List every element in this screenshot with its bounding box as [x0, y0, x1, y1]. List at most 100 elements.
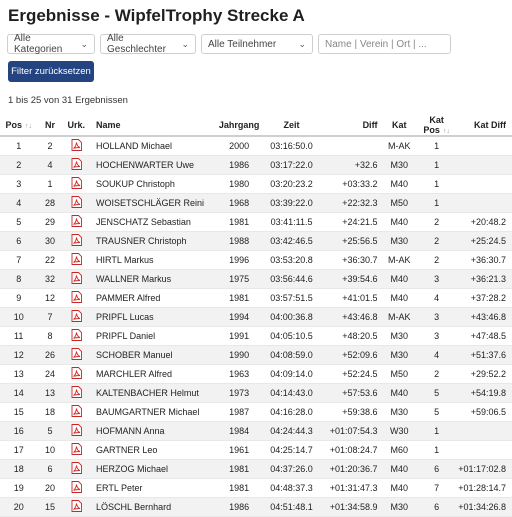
pdf-icon[interactable]: [71, 462, 82, 476]
results-table: Pos ↑↓ Nr Urk. Name Jahrgang Zeit Diff Ka…: [0, 115, 512, 517]
cell-nr: 32: [37, 269, 63, 289]
cell-katpos: 3: [415, 307, 459, 327]
pdf-icon[interactable]: [71, 253, 82, 267]
cell-diff: +01:07:54.3: [320, 421, 384, 441]
cell-name: WALLNER Markus: [89, 269, 216, 289]
cell-katpos: 2: [415, 364, 459, 384]
column-header-pos[interactable]: Pos ↑↓: [0, 115, 38, 137]
pdf-icon[interactable]: [71, 291, 82, 305]
cell-pos: 3: [0, 174, 38, 194]
pdf-icon[interactable]: [71, 215, 82, 229]
cell-kat: M50: [383, 364, 416, 384]
cell-pos: 5: [0, 212, 38, 232]
cell-kat: M-AK: [383, 307, 416, 327]
table-row: 6 30 TRAUSNER Christoph 1988 03:42:46.5 +25:5…: [0, 231, 512, 251]
cell-nr: 6: [37, 459, 63, 479]
cell-jahrgang: 1987: [215, 402, 263, 422]
chevron-down-icon: ⌄: [298, 38, 306, 49]
cell-nr: 5: [37, 421, 63, 441]
cell-kat: M40: [383, 288, 416, 308]
column-header-jahrgang[interactable]: Jahrgang: [215, 115, 263, 137]
cell-katdiff: +54:19.8: [458, 383, 512, 403]
pdf-icon[interactable]: [71, 158, 82, 172]
table-row: 16 5 HOFMANN Anna 1984 04:24:44.3 +01:07:54.3…: [0, 421, 512, 441]
cell-jahrgang: 2000: [215, 136, 263, 156]
table-row: 13 24 MARCHLER Alfred 1963 04:09:14.0 +52:24.…: [0, 364, 512, 384]
cell-diff: +43:46.8: [320, 307, 384, 327]
cell-zeit: 03:39:22.0: [262, 193, 321, 213]
pdf-icon[interactable]: [71, 500, 82, 514]
cell-jahrgang: 1996: [215, 250, 263, 270]
pdf-icon[interactable]: [71, 424, 82, 438]
pdf-icon[interactable]: [71, 329, 82, 343]
cell-name: MARCHLER Alfred: [89, 364, 216, 384]
cell-nr: 13: [37, 383, 63, 403]
table-row: 15 18 BAUMGARTNER Michael 1987 04:16:28.0 +59…: [0, 402, 512, 422]
certificate-cell: [62, 459, 90, 479]
reset-filters-button[interactable]: Filter zurücksetzen: [8, 61, 94, 82]
gender-select[interactable]: Alle Geschlechter ⌄: [100, 33, 196, 55]
column-header-katpos[interactable]: Kat Pos ↑↓: [415, 115, 459, 137]
cell-katpos: 2: [415, 212, 459, 232]
table-row: 20 15 LÖSCHL Bernhard 1986 04:51:48.1 +01:34:…: [0, 497, 512, 517]
cell-name: TRAUSNER Christoph: [89, 231, 216, 251]
cell-name: LÖSCHL Bernhard: [89, 497, 216, 517]
cell-pos: 16: [0, 421, 38, 441]
cell-kat: M60: [383, 440, 416, 460]
category-select[interactable]: Alle Kategorien ⌄: [7, 33, 95, 55]
cell-jahrgang: 1986: [215, 497, 263, 517]
cell-name: HOCHENWARTER Uwe: [89, 155, 216, 175]
pdf-icon[interactable]: [71, 234, 82, 248]
cell-nr: 10: [37, 440, 63, 460]
pdf-icon[interactable]: [71, 272, 82, 286]
column-header-katdiff[interactable]: Kat Diff: [458, 115, 512, 137]
column-header-name[interactable]: Name: [89, 115, 216, 137]
sort-arrows-icon[interactable]: ↑↓: [25, 123, 32, 130]
cell-katpos: 5: [415, 383, 459, 403]
result-count: 1 bis 25 von 31 Ergebnissen: [8, 95, 128, 106]
cell-name: HOLLAND Michael: [89, 136, 216, 156]
cell-pos: 13: [0, 364, 38, 384]
cell-diff: [320, 136, 384, 156]
cell-zeit: 03:20:23.2: [262, 174, 321, 194]
pdf-icon[interactable]: [71, 386, 82, 400]
chevron-down-icon: ⌄: [80, 38, 88, 49]
search-input[interactable]: [318, 34, 451, 54]
pdf-icon[interactable]: [71, 177, 82, 191]
table-row: 3 1 SOUKUP Christoph 1980 03:20:23.2 +03:33.2…: [0, 174, 512, 194]
cell-kat: M30: [383, 497, 416, 517]
cell-pos: 19: [0, 478, 38, 498]
pdf-icon[interactable]: [71, 405, 82, 419]
pdf-icon[interactable]: [71, 481, 82, 495]
cell-katdiff: +43:46.8: [458, 307, 512, 327]
pdf-icon[interactable]: [71, 139, 82, 153]
cell-name: PRIPFL Lucas: [89, 307, 216, 327]
column-header-zeit[interactable]: Zeit: [262, 115, 321, 137]
participants-select[interactable]: Alle Teilnehmer ⌄: [201, 34, 313, 54]
sort-arrows-icon[interactable]: ↑↓: [443, 128, 450, 135]
cell-kat: M40: [383, 478, 416, 498]
cell-zeit: 04:08:59.0: [262, 345, 321, 365]
pdf-icon[interactable]: [71, 348, 82, 362]
cell-kat: M30: [383, 231, 416, 251]
pdf-icon[interactable]: [71, 367, 82, 381]
pdf-icon[interactable]: [71, 310, 82, 324]
cell-zeit: 04:25:14.7: [262, 440, 321, 460]
pdf-icon[interactable]: [71, 196, 82, 210]
cell-name: SCHOBER Manuel: [89, 345, 216, 365]
column-header-nr[interactable]: Nr: [37, 115, 63, 137]
cell-katpos: 7: [415, 478, 459, 498]
participants-select-value: Alle Teilnehmer: [208, 38, 277, 50]
pdf-icon[interactable]: [71, 443, 82, 457]
cell-pos: 14: [0, 383, 38, 403]
cell-kat: M30: [383, 326, 416, 346]
certificate-cell: [62, 250, 90, 270]
cell-pos: 10: [0, 307, 38, 327]
cell-pos: 2: [0, 155, 38, 175]
cell-zeit: 04:37:26.0: [262, 459, 321, 479]
column-header-kat[interactable]: Kat: [383, 115, 416, 137]
cell-nr: 29: [37, 212, 63, 232]
column-header-diff[interactable]: Diff: [320, 115, 384, 137]
cell-name: HIRTL Markus: [89, 250, 216, 270]
cell-katpos: 6: [415, 497, 459, 517]
